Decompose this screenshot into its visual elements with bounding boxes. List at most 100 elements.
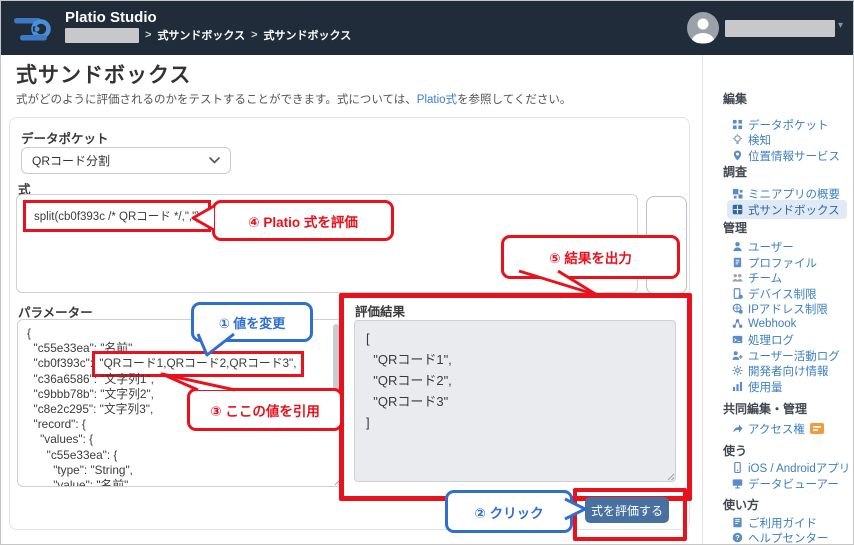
page-title: 式サンドボックス bbox=[16, 64, 192, 87]
detection-icon bbox=[732, 134, 743, 145]
ip-restriction-icon bbox=[732, 303, 743, 314]
sidebar-item-user-activity-log[interactable]: ユーザー活動ログ bbox=[732, 348, 840, 363]
sidebar-item-label: ご利用ガイド bbox=[748, 517, 817, 530]
team-icon bbox=[732, 274, 743, 282]
callout-tail bbox=[160, 372, 236, 392]
code-line: "cb0f393c": "QRコード1,QRコード2,QRコード3", bbox=[27, 351, 343, 377]
data-pocket-label: データポケット bbox=[21, 132, 109, 146]
breadcrumb-item-current[interactable]: 式サンドボックス bbox=[264, 27, 352, 43]
sidebar-item-label: 処理ログ bbox=[748, 334, 794, 347]
sidebar-item-miniapp-overview[interactable]: ミニアプリの概要 bbox=[732, 186, 840, 201]
sidebar-item-mobile-apps[interactable]: iOS / Androidアプリ bbox=[732, 460, 850, 475]
data-pocket-select[interactable]: QRコード分割 bbox=[21, 147, 231, 174]
sidebar-item-label: 開発者向け情報 bbox=[748, 365, 829, 378]
sidebar-item-label: ヘルプセンター bbox=[748, 532, 829, 545]
breadcrumb-item[interactable]: 式サンドボックス bbox=[157, 27, 245, 43]
process-log-icon bbox=[732, 335, 743, 344]
sidebar-item-users[interactable]: ユーザー bbox=[732, 239, 794, 254]
resize-handle[interactable] bbox=[667, 473, 675, 481]
sidebar-item-expression-sandbox[interactable]: 式サンドボックス bbox=[727, 200, 847, 219]
code-line: "type": "String", bbox=[27, 462, 133, 477]
sidebar-section-investigate: 調査 bbox=[723, 164, 748, 179]
webhook-icon bbox=[732, 319, 743, 328]
callout-step3: ③ ここの値を引用 bbox=[187, 388, 343, 431]
sidebar-item-access-rights[interactable]: アクセス権 bbox=[732, 421, 824, 436]
usage-icon bbox=[732, 381, 743, 392]
sidebar-item-label: 位置情報サービス bbox=[748, 150, 840, 163]
sidebar-item-team[interactable]: チーム bbox=[732, 270, 782, 285]
sidebar-item-label: チーム bbox=[748, 272, 783, 285]
sidebar-divider bbox=[702, 55, 703, 544]
user-avatar[interactable] bbox=[687, 12, 719, 44]
sidebar-item-location-services[interactable]: 位置情報サービス bbox=[732, 148, 840, 163]
sidebar-item-label: アクセス権 bbox=[748, 423, 805, 436]
callout-tail bbox=[191, 204, 215, 232]
sidebar-item-user-guide[interactable]: ご利用ガイド bbox=[732, 515, 817, 530]
sidebar-item-label: プロファイル bbox=[748, 257, 817, 270]
device-restriction-icon bbox=[733, 288, 743, 299]
sidebar-section-collaboration: 共同編集・管理 bbox=[723, 401, 808, 416]
data-viewer-icon bbox=[732, 479, 743, 489]
sidebar-item-label: IPアドレス制限 bbox=[748, 303, 828, 316]
users-icon bbox=[733, 242, 742, 252]
platio-logo-icon[interactable] bbox=[13, 14, 57, 44]
page-description: 式がどのように評価されるのかをテストすることができます。式については、Plati… bbox=[16, 91, 571, 107]
callout-tail bbox=[518, 269, 599, 297]
sidebar-item-process-log[interactable]: 処理ログ bbox=[732, 332, 794, 347]
sidebar-item-label: データビューアー bbox=[748, 478, 839, 491]
sidebar-item-detection[interactable]: 検知 bbox=[732, 132, 771, 147]
pocket-grid-icon bbox=[732, 119, 743, 130]
svg-text:?: ? bbox=[735, 533, 740, 542]
sidebar-item-label: 検知 bbox=[748, 134, 771, 147]
callout-step2: ② クリック bbox=[445, 490, 573, 533]
help-icon: ? bbox=[732, 532, 743, 543]
evaluate-button[interactable]: 式を評価する bbox=[585, 497, 669, 523]
code-line: ] bbox=[366, 415, 370, 430]
sidebar-section-use: 使う bbox=[723, 443, 748, 458]
sidebar-section-edit: 編集 bbox=[723, 91, 748, 106]
code-line: "QRコード1", bbox=[366, 352, 452, 367]
developer-info-icon bbox=[732, 365, 743, 376]
callout-tail bbox=[196, 332, 235, 357]
breadcrumb: > 式サンドボックス > 式サンドボックス bbox=[65, 27, 351, 43]
sidebar-item-profile[interactable]: プロファイル bbox=[732, 255, 817, 270]
platio-expression-link[interactable]: Platio式 bbox=[417, 94, 457, 106]
platio-studio-app: Platio Studio > 式サンドボックス > 式サンドボックス ▾ 式サ… bbox=[0, 0, 854, 545]
description-text: 式がどのように評価されるのかをテストすることができます。式については、 bbox=[16, 94, 417, 106]
breadcrumb-separator: > bbox=[251, 29, 258, 41]
callout-tail bbox=[564, 497, 587, 521]
parameters-scrollbar[interactable] bbox=[333, 324, 339, 396]
sidebar-item-data-viewer[interactable]: データビューアー bbox=[732, 476, 839, 491]
profile-icon bbox=[733, 257, 742, 268]
expression-sandbox-icon bbox=[732, 204, 743, 215]
sidebar-section-manage: 管理 bbox=[723, 220, 748, 235]
location-icon bbox=[733, 150, 742, 161]
redacted-app-name[interactable] bbox=[65, 27, 139, 43]
param-key: "cb0f393c": bbox=[27, 356, 97, 371]
app-title: Platio Studio bbox=[65, 9, 157, 26]
user-menu-caret-icon[interactable]: ▾ bbox=[838, 20, 843, 31]
result-textarea[interactable]: [ "QRコード1", "QRコード2", "QRコード3" ] bbox=[354, 320, 676, 482]
sidebar-item-data-pockets[interactable]: データポケット bbox=[732, 117, 829, 132]
chevron-down-icon bbox=[209, 157, 220, 164]
sidebar-item-label: デバイス制限 bbox=[748, 288, 817, 301]
guide-icon bbox=[733, 517, 742, 528]
user-activity-log-icon bbox=[732, 351, 743, 360]
code-line: [ bbox=[366, 331, 370, 346]
app-header: Platio Studio > 式サンドボックス > 式サンドボックス ▾ bbox=[1, 1, 853, 55]
data-pocket-selected-value: QRコード分割 bbox=[32, 154, 111, 168]
premium-badge bbox=[809, 423, 824, 434]
code-line: "QRコード2", bbox=[366, 373, 452, 388]
sidebar-item-help-center[interactable]: ? ヘルプセンター bbox=[732, 530, 829, 545]
sidebar-item-ip-restriction[interactable]: IPアドレス制限 bbox=[732, 301, 828, 316]
redacted-user-name[interactable] bbox=[725, 20, 835, 37]
sidebar-item-usage[interactable]: 使用量 bbox=[732, 379, 783, 394]
sidebar-item-developer-info[interactable]: 開発者向け情報 bbox=[732, 363, 829, 378]
result-label: 評価結果 bbox=[355, 305, 406, 319]
sidebar-item-device-restriction[interactable]: デバイス制限 bbox=[732, 286, 817, 301]
sidebar-item-label: 使用量 bbox=[748, 381, 783, 394]
sidebar-item-webhook[interactable]: Webhook bbox=[732, 316, 796, 331]
mobile-apps-icon bbox=[734, 462, 741, 473]
sidebar-item-label: ユーザー bbox=[748, 241, 794, 254]
resize-handle[interactable] bbox=[334, 478, 342, 486]
